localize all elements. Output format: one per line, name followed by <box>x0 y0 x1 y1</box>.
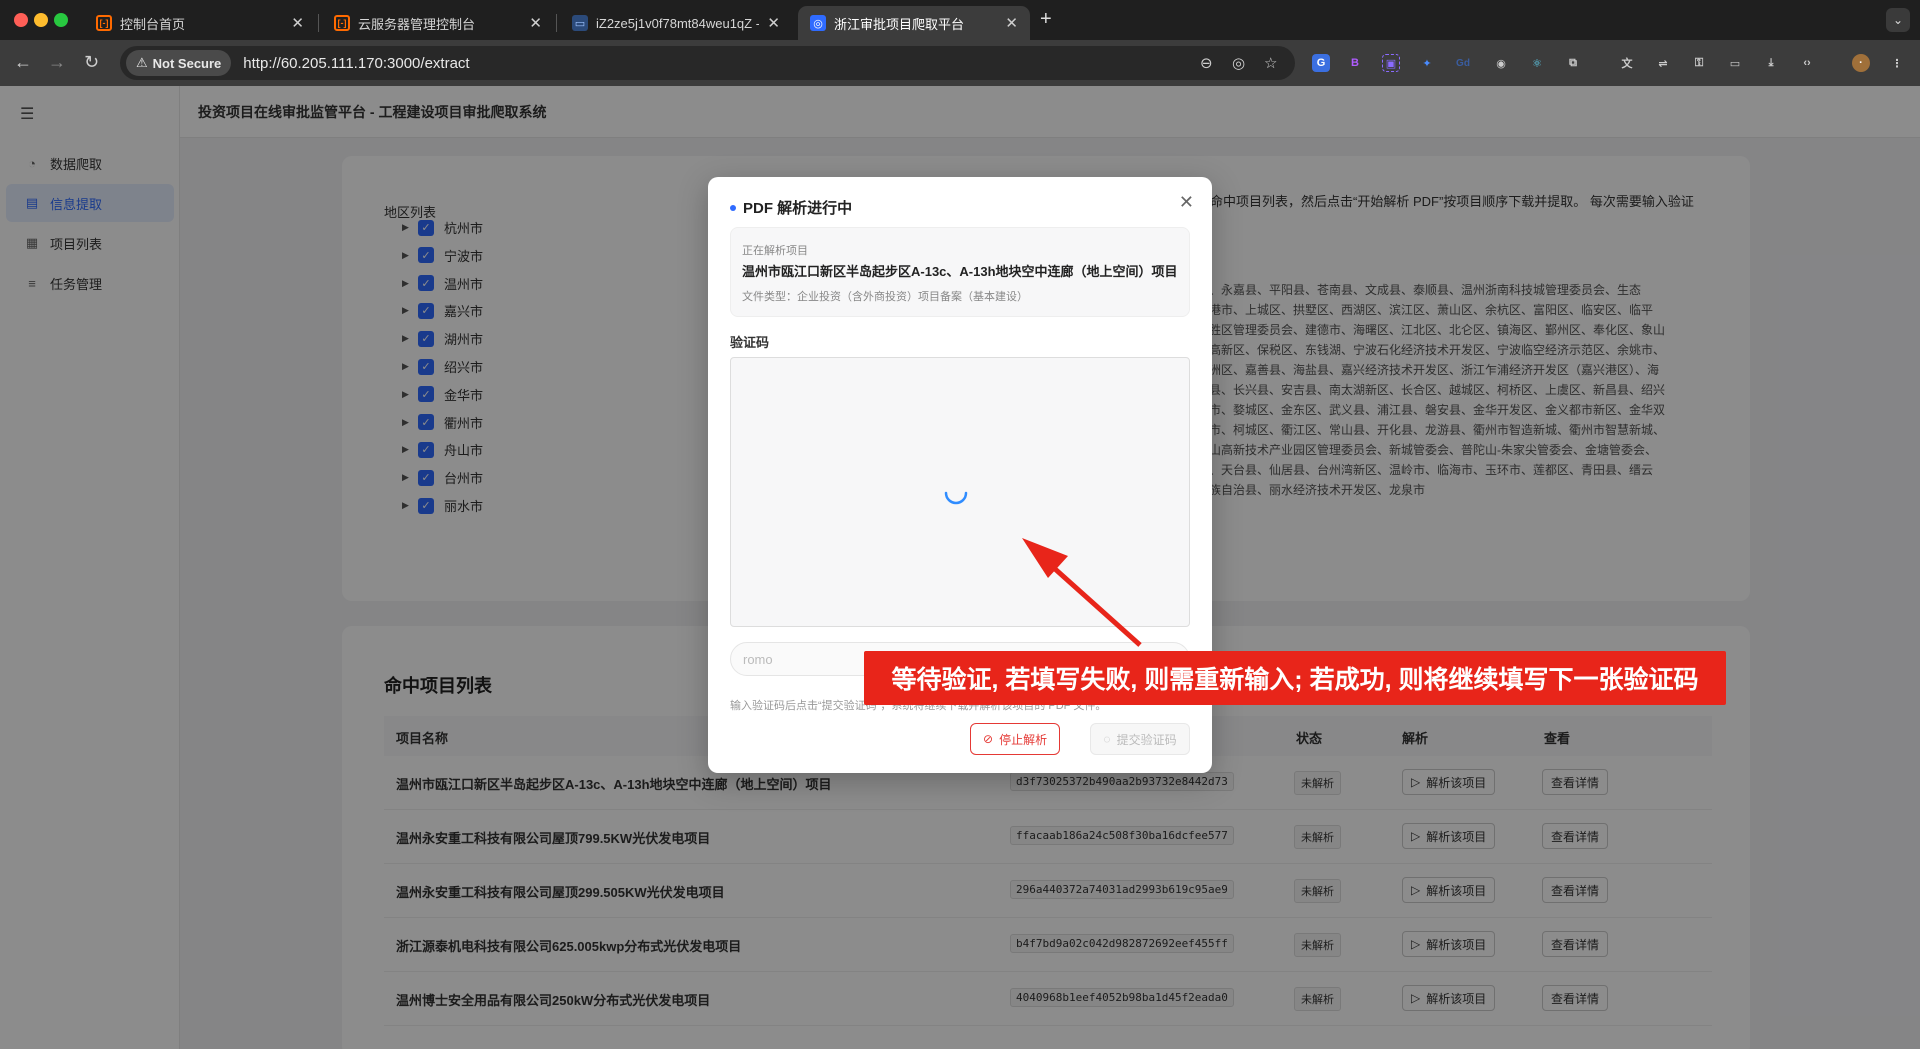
annotation-arrow <box>1022 538 1142 647</box>
annotation-text: 等待验证, 若填写失败, 则需重新输入; 若成功, 则将继续填写下一张验证码 <box>891 666 1699 694</box>
annotation-callout: 等待验证, 若填写失败, 则需重新输入; 若成功, 则将继续填写下一张验证码 <box>864 651 1726 705</box>
